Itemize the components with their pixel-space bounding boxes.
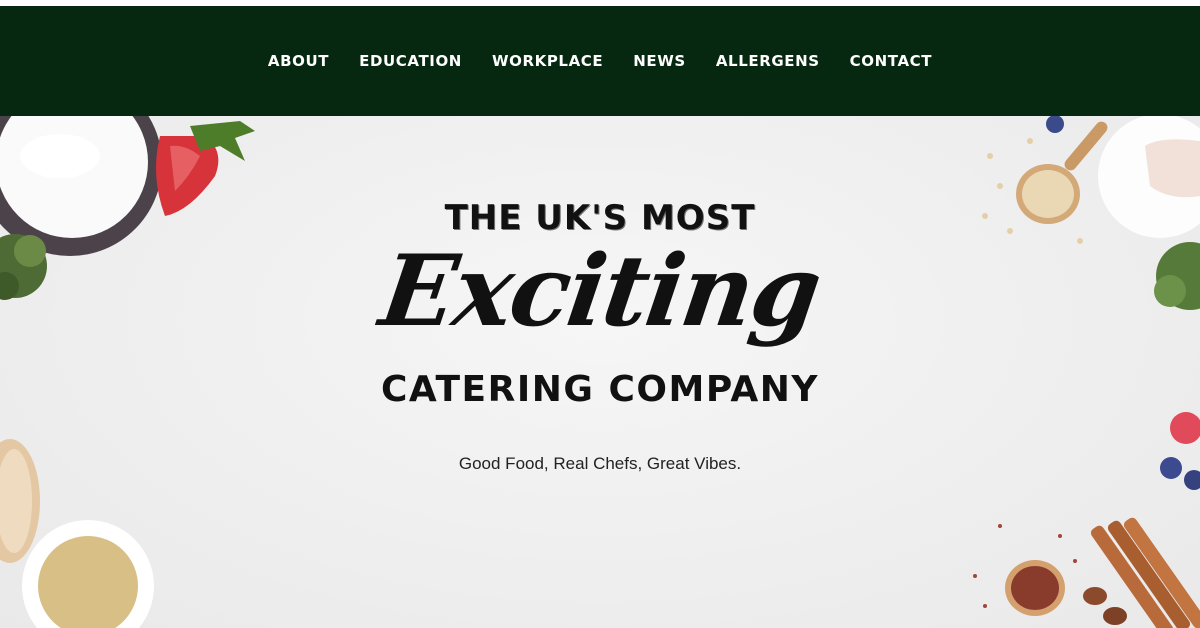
hero-heading-line-1: THE UK'S MOST [444,198,756,238]
nav-item-contact: CONTACT [850,52,932,71]
hero-tagline: Good Food, Real Chefs, Great Vibes. [458,454,742,473]
nav-item-allergens: ALLERGENS [716,52,820,71]
nav-item-about: ABOUT [268,52,329,71]
spice-bowl-image [22,520,154,628]
nav-link-education[interactable]: EDUCATION [359,52,462,70]
hero-banner: THE UK'S MOST Exciting CATERING COMPANY … [0,116,1200,628]
hero-heading-line-3: CATERING COMPANY [381,369,819,410]
nav-menu: ABOUT EDUCATION WORKPLACE NEWS ALLERGENS… [268,52,932,71]
almonds-image [1083,587,1127,625]
seeds-spoon-image [973,524,1077,616]
nav-link-contact[interactable]: CONTACT [850,52,932,70]
raspberry-image [1170,412,1200,444]
blueberry-image [1046,116,1064,133]
hero-heading-script: Exciting [373,234,827,349]
nav-item-workplace: WORKPLACE [492,52,603,71]
nav-item-education: EDUCATION [359,52,462,71]
nav-link-workplace[interactable]: WORKPLACE [492,52,603,70]
main-navigation: ABOUT EDUCATION WORKPLACE NEWS ALLERGENS… [0,6,1200,116]
nav-link-about[interactable]: ABOUT [268,52,329,70]
nav-item-news: NEWS [633,52,686,71]
nav-link-news[interactable]: NEWS [633,52,686,70]
nav-link-allergens[interactable]: ALLERGENS [716,52,820,70]
